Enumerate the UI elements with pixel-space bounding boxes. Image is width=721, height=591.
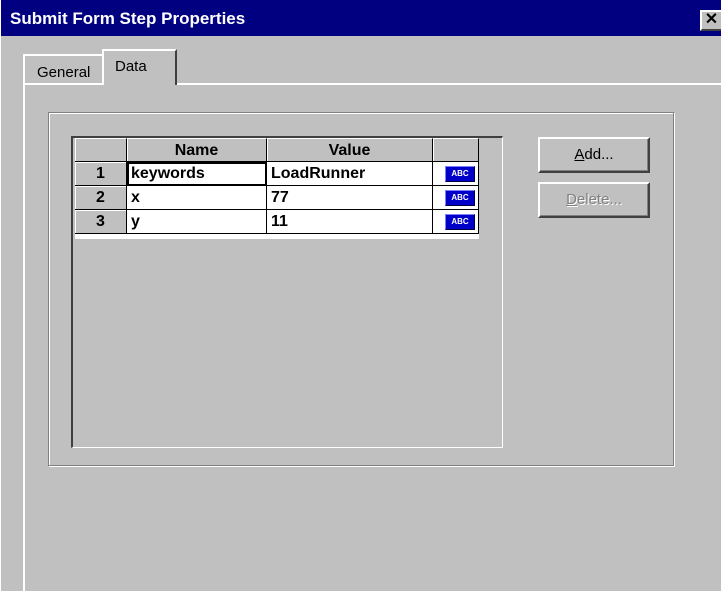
type-cell: ABC xyxy=(433,162,479,186)
name-cell[interactable]: x xyxy=(127,186,267,210)
tab-data-label: Data xyxy=(115,58,147,75)
header-name[interactable]: Name xyxy=(127,138,267,162)
window-title: Submit Form Step Properties xyxy=(10,9,246,28)
grid-header-row: Name Value xyxy=(75,138,479,162)
delete-mnemonic: D xyxy=(566,191,577,208)
header-corner[interactable] xyxy=(75,138,127,162)
tab-data[interactable]: Data xyxy=(102,49,177,85)
type-cell: ABC xyxy=(433,210,479,234)
table-row: 2 x 77 ABC xyxy=(75,186,479,210)
form-data-grid[interactable]: Name Value 1 keywords LoadRunner ABC 2 x… xyxy=(71,136,503,448)
name-cell[interactable]: keywords xyxy=(127,162,267,186)
tab-general-label: General xyxy=(37,64,91,81)
delete-button[interactable]: Delete... xyxy=(538,182,650,218)
grid-side-strip xyxy=(479,138,499,239)
title-bar[interactable]: Submit Form Step Properties ✕ xyxy=(1,0,721,36)
properties-dialog: Submit Form Step Properties ✕ General Da… xyxy=(0,0,721,591)
tab-general[interactable]: General xyxy=(23,54,103,83)
value-cell[interactable]: LoadRunner xyxy=(267,162,433,186)
grid-body: Name Value 1 keywords LoadRunner ABC 2 x… xyxy=(75,138,479,239)
add-button[interactable]: Add... xyxy=(538,137,650,173)
row-number[interactable]: 3 xyxy=(75,210,127,234)
row-number[interactable]: 2 xyxy=(75,186,127,210)
delete-label: elete... xyxy=(576,191,622,208)
name-cell[interactable]: y xyxy=(127,210,267,234)
header-type[interactable] xyxy=(433,138,479,162)
abc-type-icon[interactable]: ABC xyxy=(445,166,475,182)
type-cell: ABC xyxy=(433,186,479,210)
abc-type-icon[interactable]: ABC xyxy=(445,190,475,206)
add-label: dd... xyxy=(584,146,614,163)
table-row: 1 keywords LoadRunner ABC xyxy=(75,162,479,186)
abc-type-icon[interactable]: ABC xyxy=(445,214,475,230)
value-cell[interactable]: 77 xyxy=(267,186,433,210)
add-mnemonic: A xyxy=(574,146,585,163)
header-value[interactable]: Value xyxy=(267,138,433,162)
close-button[interactable]: ✕ xyxy=(700,10,721,31)
value-cell[interactable]: 11 xyxy=(267,210,433,234)
row-number[interactable]: 1 xyxy=(75,162,127,186)
table-row: 3 y 11 ABC xyxy=(75,210,479,234)
close-icon: ✕ xyxy=(704,11,719,28)
